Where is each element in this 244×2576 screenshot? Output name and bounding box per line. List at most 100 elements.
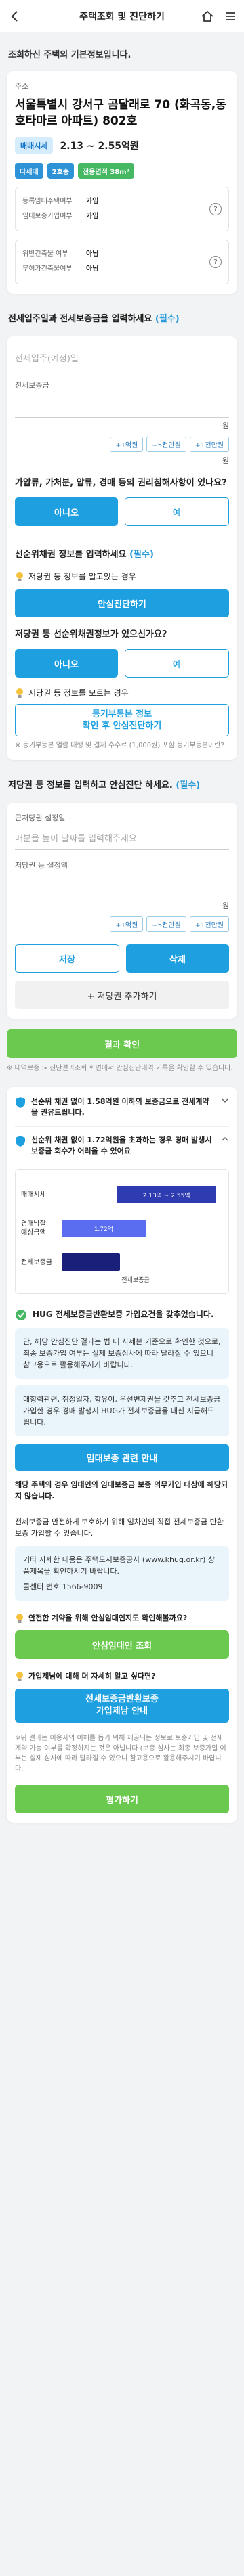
required-mark: (필수) <box>129 550 154 560</box>
manual-title-text: 저당권 등 정보를 입력하고 안심진단 하세요. <box>8 780 173 791</box>
call-center-number: 콜센터 번호 1566-9009 <box>23 1582 103 1591</box>
lightbulb-icon <box>15 1613 24 1624</box>
add-100m-button[interactable]: +1억원 <box>110 437 144 452</box>
deposit-card: 전세입주(예정)일 전세보증금 원 +1억원 +5천만원 +1천만원 원 가압류… <box>7 336 237 760</box>
check-circle-icon <box>15 1309 27 1321</box>
address-value: 서울특별시 강서구 곰달래로 70 (화곡동,동호타마르 아파트) 802호 <box>15 98 226 128</box>
result-item-1: 선순위 채권 없이 1.58억원 이하의 보증금으로 전세계약을 권유드립니다. <box>31 1097 209 1117</box>
mortgage-date-label: 근저당권 설정일 <box>15 814 66 822</box>
tag-type: 다세대 <box>15 163 43 179</box>
move-in-date-input[interactable]: 전세입주(예정)일 <box>15 346 229 370</box>
senior-yes-button[interactable]: 예 <box>125 649 229 678</box>
hug-guide-button[interactable]: 전세보증금반환보증 가입제남 안내 <box>15 1689 229 1723</box>
bar-label: 전세보증금 <box>21 1258 52 1266</box>
registry-diagnosis-button[interactable]: 등기부등본 정보 확인 후 안심진단하기 <box>15 704 229 736</box>
back-arrow-icon[interactable] <box>7 10 23 22</box>
deposit-title-text: 전세입주일과 전세보증금을 입력하세요 <box>8 314 152 324</box>
hug-guide-question: 가입제남에 대해 더 자세히 알고 싶다면? <box>28 1672 156 1681</box>
rights-no-button[interactable]: 아니오 <box>15 497 118 526</box>
add-100m-button[interactable]: +1억원 <box>110 916 144 932</box>
footer-note: ※위 결과는 이용자의 이해를 돕기 위해 제공되는 정보로 보증가입 및 전세… <box>15 1735 226 1773</box>
info-key: 무허가건축물여부 <box>22 265 73 273</box>
senior-title-text: 선순위채권 정보를 입력하세요 <box>15 550 127 560</box>
delete-button[interactable]: 삭제 <box>126 944 229 973</box>
required-mark: (필수) <box>155 314 180 324</box>
shield-icon <box>15 1135 26 1147</box>
top-header: 주택조회 및 진단하기 <box>0 0 244 32</box>
bar-auction-price: 1.72억 <box>62 1220 146 1237</box>
unit-label: 원 <box>222 902 229 910</box>
save-button[interactable]: 저장 <box>15 944 119 973</box>
info-value: 아님 <box>86 265 99 273</box>
deposit-amount-label: 전세보증금 <box>15 381 49 390</box>
lightbulb-icon <box>15 1671 24 1682</box>
mortgage-date-input[interactable]: 배분을 높이 날짜를 입력해주세요 <box>15 826 229 850</box>
info-value: 아님 <box>86 250 99 258</box>
add-mortgage-button[interactable]: + 저당권 추가하기 <box>15 981 229 1009</box>
bar-market-price: 2.13억 ~ 2.55억 <box>116 1186 217 1203</box>
building-info-box: 위반건축물 여부 아님 무허가건축물여부 아님 ? <box>15 240 229 284</box>
result-note: ※ 내역보증 > 진단결과조회 화면에서 안심진단내역 기록을 확인할 수 있습… <box>7 1065 233 1072</box>
shield-icon <box>15 1096 26 1109</box>
bar-label: 매매시세 <box>21 1191 46 1199</box>
add-10m-button[interactable]: +1천만원 <box>189 437 229 452</box>
info-value: 가입 <box>86 198 99 205</box>
price-bar-chart: 매매시세 2.13억 ~ 2.55억 경매낙찰 예상금액 1.72억 전세보증금… <box>15 1169 229 1294</box>
house-info-card: 주소 서울특별시 강서구 곰달래로 70 (화곡동,동호타마르 아파트) 802… <box>7 71 237 294</box>
unit-label: 원 <box>222 456 229 465</box>
bar-row: 경매낙찰 예상금액 1.72억 <box>21 1220 223 1237</box>
hug-eligible-text: HUG 전세보증금반환보증 가입요건을 갖추었습니다. <box>33 1310 214 1319</box>
bar-deposit <box>62 1253 120 1271</box>
known-info-text: 저당권 등 정보를 알고있는 경우 <box>28 572 136 581</box>
bar-label: 경매낙찰 예상금액 <box>21 1220 46 1237</box>
home-icon[interactable] <box>201 9 214 23</box>
lightbulb-icon <box>15 571 24 582</box>
add-50m-button[interactable]: +5천만원 <box>146 437 186 452</box>
info-key: 등록임대주택여부 <box>22 198 73 205</box>
diagnosis-warning: 단, 해당 안심진단 결과는 법 내 사세본 기준으로 확인한 것으로, 최종 … <box>15 1328 229 1379</box>
info-value: 가입 <box>86 213 99 220</box>
unit-label: 원 <box>222 422 229 430</box>
senior-no-button[interactable]: 아니오 <box>15 649 118 678</box>
safe-diagnosis-button[interactable]: 안심진단하기 <box>15 589 229 617</box>
lightbulb-icon <box>15 688 24 698</box>
manual-section-title: 저당권 등 정보를 입력하고 안심진단 하세요. (필수) <box>0 765 244 797</box>
known-info-row: 저당권 등 정보를 알고있는 경우 <box>15 571 229 582</box>
unknown-info-text: 저당권 등 정보를 모르는 경우 <box>28 688 129 698</box>
rental-info-box: 등록임대주택여부 가입 임대보증가입여부 가입 ? <box>15 187 229 231</box>
guide-text-1: 해당 주택의 경우 임대인의 임대보증금 보증 의무가입 대상에 해당되지 않습… <box>15 1480 228 1501</box>
registry-fee-note: ※ 등기부등본 열람 대행 및 결제 수수료 (1,000원) 포함 등기부등본… <box>15 742 224 749</box>
mortgage-amount-input[interactable] <box>15 873 229 897</box>
rights-question: 가압류, 가처분, 압류, 경매 등의 권리침해사항이 있나요? <box>15 478 227 488</box>
help-icon[interactable]: ? <box>209 203 222 215</box>
result-check-button[interactable]: 결과 확인 <box>7 1029 237 1058</box>
intro-text: 조회하신 주택의 기본정보입니다. <box>8 50 131 60</box>
senior-title: 선순위채권 정보를 입력하세요 (필수) <box>15 548 229 561</box>
rental-guarantee-guide-title: 임대보증 관련 안내 <box>15 1444 229 1471</box>
menu-icon[interactable] <box>224 9 237 23</box>
tag-area: 전용면적 38m² <box>77 163 134 179</box>
help-icon[interactable]: ? <box>209 256 222 268</box>
chevron-up-icon[interactable] <box>221 1135 229 1143</box>
price-badge: 매매시세 <box>15 137 54 154</box>
required-mark: (필수) <box>176 780 201 791</box>
info-key: 임대보증가입여부 <box>22 213 73 220</box>
safe-landlord-button[interactable]: 안심임대인 조회 <box>15 1630 229 1659</box>
tag-floor: 2호층 <box>47 163 74 179</box>
price-value: 2.13 ~ 2.55억원 <box>60 141 139 152</box>
mortgage-card: 근저당권 설정일 배분을 높이 날짜를 입력해주세요 저당권 등 설정액 원 +… <box>7 803 237 1019</box>
deposit-amount-input[interactable] <box>15 393 229 418</box>
safe-landlord-question: 안전한 계약을 위해 안심임대인지도 확인해볼까요? <box>28 1614 188 1622</box>
mortgage-amount-label: 저당권 등 설정액 <box>15 861 68 870</box>
chevron-down-icon[interactable] <box>221 1096 229 1105</box>
senior-question: 저당권 등 선순위채권정보가 있으신가요? <box>15 629 167 640</box>
guide-contact-box: 기타 자세한 내용은 주택도시보증공사 (www.khug.or.kr) 상품제… <box>15 1546 229 1601</box>
unknown-info-row: 저당권 등 정보를 모르는 경우 <box>15 687 229 698</box>
hug-guarantee-info: 대항력관련, 취정일자, 항유이, 우선변제권을 갖추고 전세보증금 가입한 경… <box>15 1385 229 1436</box>
add-50m-button[interactable]: +5천만원 <box>146 916 186 932</box>
add-10m-button[interactable]: +1천만원 <box>189 916 229 932</box>
rights-yes-button[interactable]: 예 <box>125 497 229 526</box>
deposit-section-title: 전세입주일과 전세보증금을 입력하세요 (필수) <box>0 299 244 331</box>
info-key: 위반건축물 여부 <box>22 250 68 258</box>
evaluate-button[interactable]: 평가하기 <box>15 1785 229 1813</box>
